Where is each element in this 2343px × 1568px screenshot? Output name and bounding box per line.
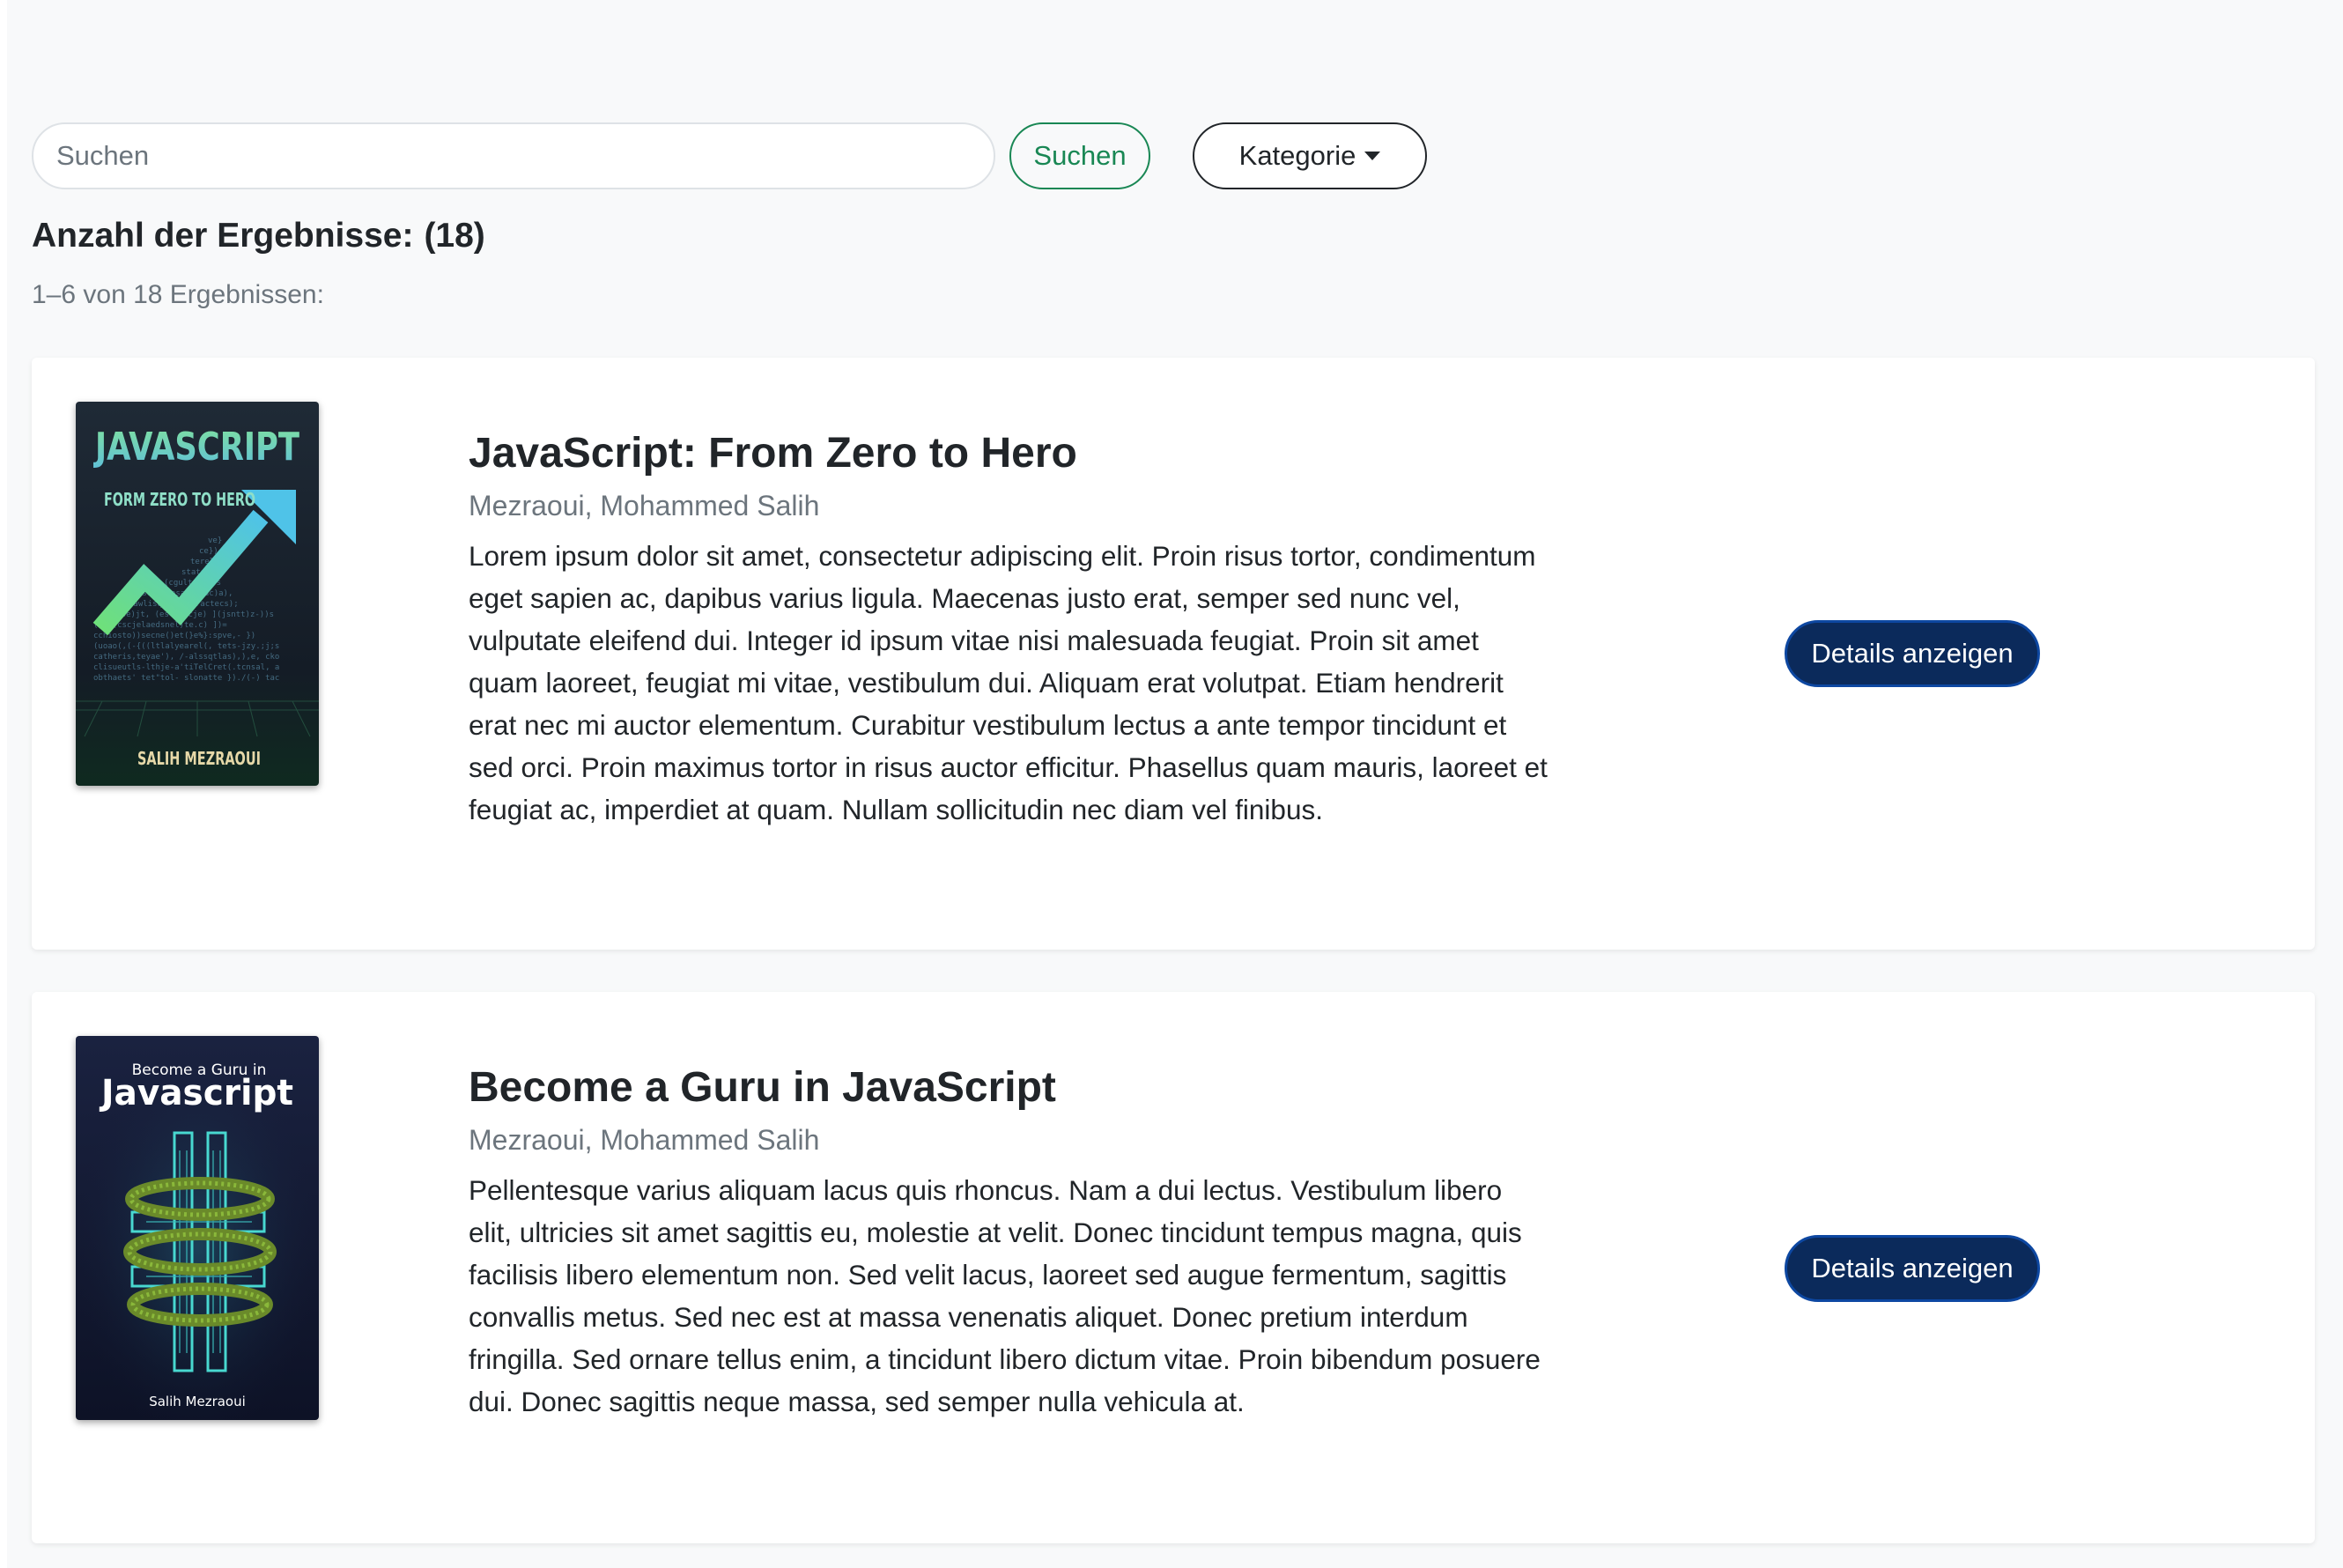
caret-down-icon bbox=[1364, 152, 1381, 160]
book-info: JavaScript: From Zero to Hero Mezraoui, … bbox=[469, 428, 1552, 831]
result-count-value: (18) bbox=[424, 217, 485, 255]
svg-text:catheris,teyae'), /-alssqtlas): catheris,teyae'), /-alssqtlas),),e, cko bbox=[93, 653, 279, 662]
book-author: Mezraoui, Mohammed Salih bbox=[469, 1123, 820, 1156]
cover-title-text: JAVASCRIPT bbox=[93, 425, 299, 470]
cover-subtitle-text: FORM ZERO TO HERO bbox=[104, 489, 255, 510]
book-cover-image[interactable]: ve} ce}),e terels, stateu)) (cgultq-),}s… bbox=[76, 402, 319, 786]
book-description: Lorem ipsum dolor sit amet, consectetur … bbox=[469, 539, 1548, 825]
svg-text:ve}: ve} bbox=[208, 536, 222, 545]
book-title[interactable]: Become a Guru in JavaScript bbox=[469, 1062, 1552, 1113]
book-cover-image[interactable]: Become a Guru in Javascript Salih Mezrao… bbox=[76, 1036, 319, 1420]
search-input[interactable] bbox=[32, 122, 995, 189]
category-dropdown-button[interactable]: Kategorie bbox=[1193, 122, 1427, 189]
search-bar: Suchen Kategorie bbox=[32, 122, 1427, 189]
book-author: Mezraoui, Mohammed Salih bbox=[469, 489, 820, 521]
page: Suchen Kategorie Anzahl der Ergebnisse: … bbox=[7, 0, 2343, 1568]
details-button[interactable]: Details anzeigen bbox=[1785, 620, 2040, 687]
book-card: Become a Guru in Javascript Salih Mezrao… bbox=[32, 992, 2315, 1543]
book-card: ve} ce}),e terels, stateu)) (cgultq-),}s… bbox=[32, 358, 2315, 950]
category-label: Kategorie bbox=[1238, 140, 1356, 171]
book-info: Become a Guru in JavaScript Mezraoui, Mo… bbox=[469, 1062, 1552, 1423]
book-title[interactable]: JavaScript: From Zero to Hero bbox=[469, 428, 1552, 479]
details-button[interactable]: Details anzeigen bbox=[1785, 1235, 2040, 1302]
cover-author-text: SALIH MEZRAOUI bbox=[137, 748, 261, 769]
search-button[interactable]: Suchen bbox=[1009, 122, 1150, 189]
cover-title-text: Javascript bbox=[99, 1073, 293, 1113]
svg-text:cchiosto))secne()et(}e%}:spve,: cchiosto))secne()et(}e%}:spve,- }) bbox=[93, 632, 255, 640]
result-count-heading: Anzahl der Ergebnisse: (18) bbox=[32, 217, 485, 255]
book-description: Pellentesque varius aliquam lacus quis r… bbox=[469, 1173, 1541, 1417]
result-count-label: Anzahl der Ergebnisse: bbox=[32, 217, 414, 255]
svg-text:clisueutls-lthje-a'tiTelCret(.: clisueutls-lthje-a'tiTelCret(.tcnsal, a bbox=[93, 663, 279, 672]
svg-text:(uoao(,(-{((ltlalyearel(, tets: (uoao(,(-{((ltlalyearel(, tets-jzy.;j;s bbox=[93, 642, 279, 651]
result-range-text: 1–6 von 18 Ergebnissen: bbox=[32, 280, 324, 309]
cover-author-text: Salih Mezraoui bbox=[149, 1394, 246, 1409]
svg-text:obthaets' tet"tol- slonatte }: obthaets' tet"tol- slonatte })./(-) tac bbox=[93, 674, 279, 683]
